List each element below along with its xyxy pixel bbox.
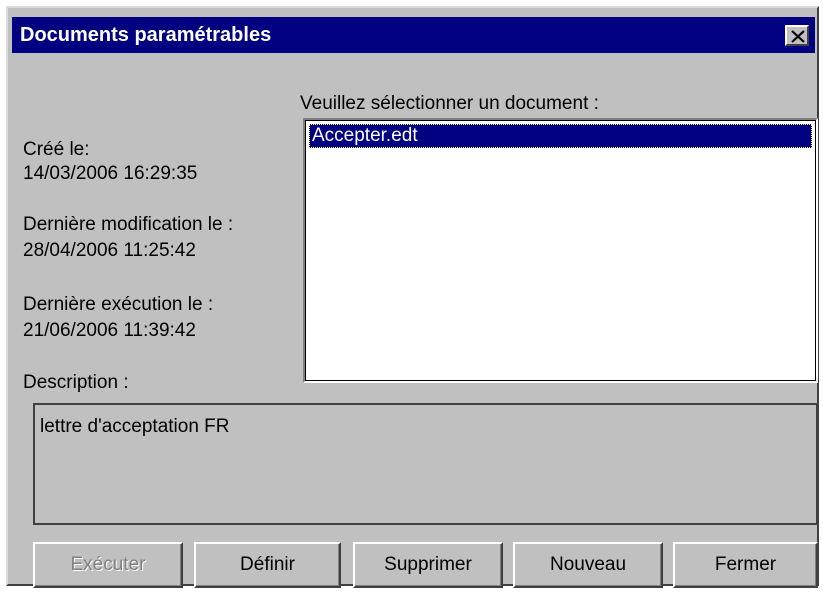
description-label: Description : — [23, 372, 129, 393]
modified-label: Dernière modification le : — [23, 214, 234, 235]
window-title: Documents paramétrables — [20, 24, 272, 46]
description-box: lettre d'acceptation FR — [33, 403, 818, 525]
list-item[interactable]: Accepter.edt — [309, 124, 812, 148]
document-list-label: Veuillez sélectionner un document : — [300, 93, 599, 114]
executed-value: 21/06/2006 11:39:42 — [23, 320, 196, 341]
delete-button[interactable]: Supprimer — [353, 542, 503, 588]
description-text: lettre d'acceptation FR — [40, 416, 230, 437]
dialog-window: Documents paramétrables Créé le: 14/03/2… — [6, 6, 819, 588]
close-dialog-button[interactable]: Fermer — [673, 542, 818, 588]
modified-value: 28/04/2006 11:25:42 — [23, 240, 196, 261]
close-icon — [791, 30, 805, 43]
close-button[interactable] — [785, 25, 809, 46]
created-value: 14/03/2006 16:29:35 — [23, 163, 198, 184]
document-listbox[interactable]: Accepter.edt — [303, 118, 818, 383]
created-label: Créé le: — [23, 139, 90, 160]
title-bar[interactable]: Documents paramétrables — [12, 17, 815, 53]
new-button[interactable]: Nouveau — [513, 542, 663, 588]
execute-button[interactable]: Exécuter — [33, 542, 183, 588]
executed-label: Dernière exécution le : — [23, 294, 214, 315]
define-button[interactable]: Définir — [194, 542, 341, 588]
